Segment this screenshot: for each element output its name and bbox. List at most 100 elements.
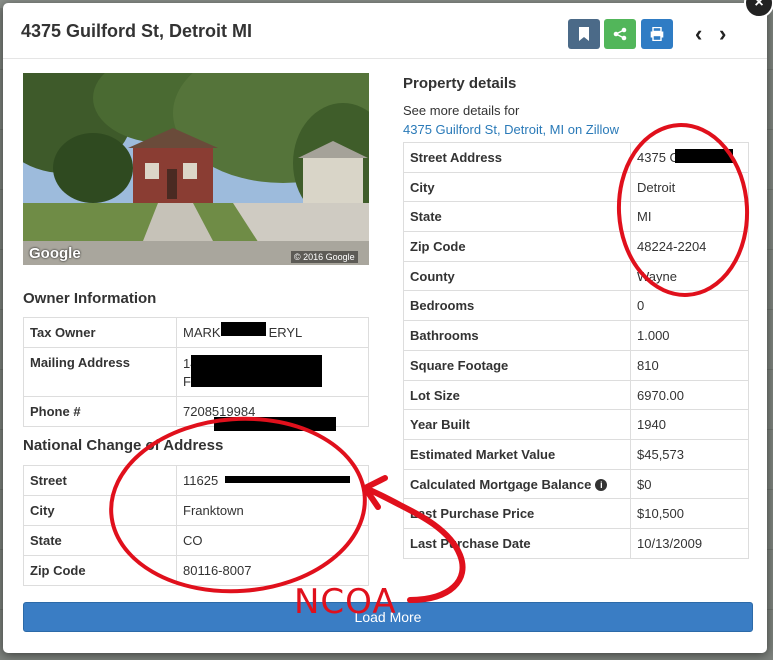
street-view-image: Google © 2016 Google [23,73,369,265]
property-label-text: Last Purchase Price [410,506,535,522]
property-row-value: 810 [630,349,749,381]
table-row: State MI [403,201,749,233]
property-row-label: City [403,171,631,203]
table-row: State CO [23,525,369,556]
redaction-bar [675,149,733,163]
table-row: Tax Owner MARK ERYL [23,317,369,348]
property-label-text: Street Address [410,150,502,165]
table-row: Estimated Market Value $45,573 [403,438,749,470]
modal-title: 4375 Guilford St, Detroit MI [21,21,253,41]
property-label-text: Zip Code [410,239,466,255]
table-row: Lot Size 6970.00 [403,379,749,411]
property-row-label: State [403,201,631,233]
ncoa-city-label: City [23,495,177,526]
property-label-text: Bedrooms [410,298,475,314]
property-row-label: Bathrooms [403,320,631,351]
property-details-table: Street Address 4375 G City Detroit State MI Zi… [403,142,749,559]
property-label-text: Calculated Mortgage Balance [410,476,592,492]
redaction-bar [221,322,266,336]
table-row: Zip Code 80116-8007 [23,555,369,586]
tax-owner-value: MARK ERYL [176,317,369,348]
bookmark-button[interactable] [568,19,600,49]
ncoa-table: Street 11625 City Franktown State CO Zip… [23,465,369,586]
tax-owner-label: Tax Owner [23,317,177,348]
property-modal: 4375 Guilford St, Detroit MI ‹ › Google … [3,3,767,653]
property-label-text: Estimated Market Value [410,446,556,462]
property-row-label: Year Built [403,409,631,440]
street-view-photo [23,73,369,265]
property-row-label: Bedrooms [403,290,631,322]
modal-header: 4375 Guilford St, Detroit MI ‹ › [3,3,767,59]
share-icon [613,27,627,41]
property-row-label: Lot Size [403,379,631,411]
owner-information-title: Owner Information [23,290,157,307]
property-row-value: 0 [630,290,749,322]
property-row-label: Square Footage [403,349,631,381]
property-row-value: Wayne [630,260,749,292]
table-row: Bathrooms 1.000 [403,320,749,351]
property-row-label: Estimated Market Value [403,438,631,470]
property-row-label: Last Purchase Price [403,498,631,529]
table-row: City Detroit [403,171,749,203]
info-icon[interactable]: i [595,479,608,492]
ncoa-zip-value: 80116-8007 [176,555,369,586]
property-row-label: County [403,260,631,292]
ncoa-state-value: CO [176,525,369,556]
table-row: City Franktown [23,495,369,526]
share-button[interactable] [604,19,636,49]
property-row-label: Zip Code [403,231,631,262]
ncoa-title: National Change of Address [23,437,224,454]
table-row: Year Built 1940 [403,409,749,440]
table-row: Square Footage 810 [403,349,749,381]
property-row-value: 48224-2204 [630,231,749,262]
property-row-value: 10/13/2009 [630,527,749,559]
table-row: Last Purchase Price $10,500 [403,498,749,529]
google-logo: Google [29,245,81,262]
property-row-value: 1940 [630,409,749,440]
redaction-bar [225,476,350,483]
ncoa-annotation-label: NCOA [294,582,397,622]
property-details-title: Property details [403,75,517,92]
property-row-value: MI [630,201,749,233]
property-row-value: $0 [630,468,749,500]
tax-owner-value-start: MARK [183,325,221,340]
property-label-text: Bathrooms [410,328,479,344]
property-label-text: County [410,268,455,284]
print-icon [650,27,664,41]
mailing-address-label: Mailing Address [23,347,177,397]
table-row: Zip Code 48224-2204 [403,231,749,262]
property-row-label: Street Address [403,142,631,173]
previous-arrow-icon[interactable]: ‹ [695,21,702,47]
tax-owner-value-end: ERYL [268,325,303,340]
redaction-bar [191,355,322,387]
bookmark-icon [579,27,589,41]
property-row-value: $45,573 [630,438,749,470]
property-row-value: 1.000 [630,320,749,351]
ncoa-city-value: Franktown [176,495,369,526]
next-arrow-icon[interactable]: › [719,21,726,47]
property-row-value: Detroit [630,171,749,203]
ncoa-street-label: Street [23,465,177,496]
property-details-subtitle: See more details for [403,103,520,118]
zillow-link[interactable]: 4375 Guilford St, Detroit, MI on Zillow [403,122,619,137]
property-label-text: Last Purchase Date [410,535,531,551]
property-label-text: State [410,209,442,225]
property-row-value: $10,500 [630,498,749,529]
property-label-text: Lot Size [410,387,460,403]
phone-label: Phone # [23,396,177,427]
ncoa-state-label: State [23,525,177,556]
property-row-label: Calculated Mortgage Balance i [403,468,631,500]
property-label-text: Square Footage [410,357,509,373]
redaction-bar [214,417,336,431]
table-row: Bedrooms 0 [403,290,749,322]
property-label-text: Year Built [410,417,470,433]
property-label-text: City [410,179,435,195]
print-button[interactable] [641,19,673,49]
property-row-label: Last Purchase Date [403,527,631,559]
ncoa-zip-label: Zip Code [23,555,177,586]
table-row: Last Purchase Date 10/13/2009 [403,527,749,559]
street-view-copyright: © 2016 Google [291,251,358,263]
table-row: Calculated Mortgage Balance i $0 [403,468,749,500]
property-row-value: 6970.00 [630,379,749,411]
table-row: County Wayne [403,260,749,292]
